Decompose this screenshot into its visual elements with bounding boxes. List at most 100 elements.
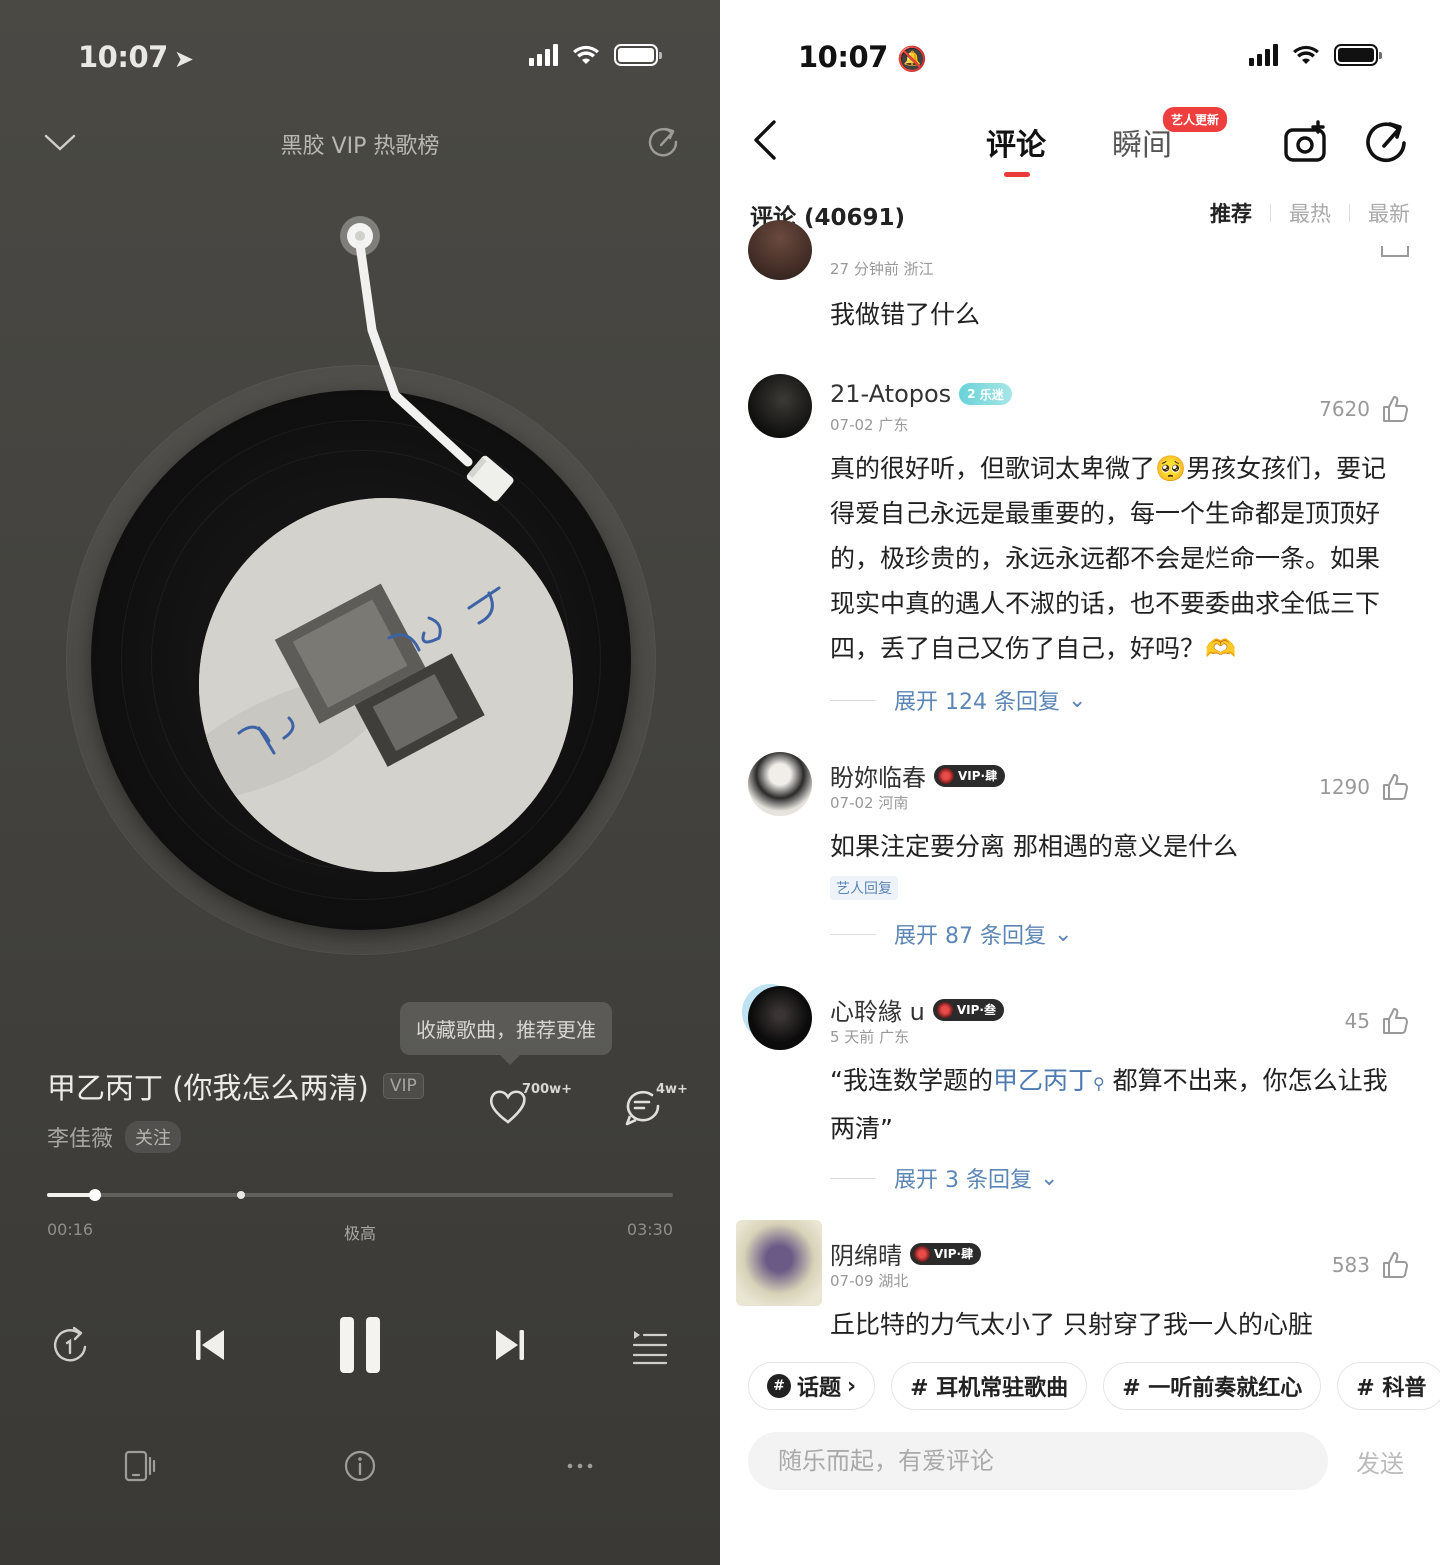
cellular-signal-icon (529, 44, 558, 66)
total-time: 03:30 (626, 1220, 673, 1239)
like-count: 583 (1331, 1253, 1370, 1277)
status-time: 10:07 ➤ (78, 40, 194, 74)
avatar[interactable] (748, 986, 812, 1050)
song-link[interactable]: 甲乙丙丁 (993, 1066, 1093, 1095)
comment-button[interactable]: 4w+ (622, 1082, 702, 1132)
like-count: 700w+ (522, 1082, 573, 1097)
previous-button[interactable] (175, 1310, 245, 1380)
comment-text: 如果注定要分离 那相遇的意义是什么 (830, 832, 1238, 861)
avatar[interactable] (748, 752, 812, 816)
tab-comments[interactable]: 评论 (986, 120, 1046, 177)
repeat-one-icon (53, 1326, 87, 1362)
wifi-icon (573, 45, 599, 64)
vip-badge: VIP (382, 1073, 424, 1099)
playlist-title: 黑胶 VIP 热歌榜 (280, 134, 440, 159)
comment-text: “我连数学题的甲乙丙丁⚲ 都算不出来，你怎么让我两清” (830, 1066, 1388, 1143)
artist-reply-tag: 艺人回复 (830, 876, 898, 900)
buffer-marker (237, 1191, 246, 1199)
username[interactable]: 阴绵晴 (830, 1236, 902, 1271)
share-icon[interactable] (1362, 118, 1410, 166)
topic-chips: # 话题 › # 耳机常驻歌曲 # 一听前奏就红心 # 科普 (748, 1362, 1440, 1410)
thumbs-up-icon[interactable] (1380, 1006, 1410, 1036)
like-count: 45 (1344, 1009, 1370, 1033)
hashtag-icon: # (767, 1374, 791, 1398)
chevron-down-icon: ⌄ (1067, 687, 1087, 713)
chevron-down-icon: ⌄ (1039, 1165, 1059, 1191)
vip-badge: VIP·肆 (934, 764, 1006, 787)
username[interactable]: 21-Atopos (830, 380, 951, 408)
info-icon (344, 1450, 376, 1482)
topic-chip-topics[interactable]: # 话题 › (748, 1362, 876, 1410)
thumbs-up-icon[interactable] (1380, 244, 1410, 260)
comment-count: 4w+ (656, 1082, 688, 1097)
sort-hottest[interactable]: 最热 (1289, 198, 1331, 228)
playlist-button[interactable] (615, 1310, 685, 1380)
avatar[interactable] (736, 1220, 822, 1306)
topic-chip[interactable]: # 科普 (1337, 1362, 1440, 1410)
expand-replies[interactable]: 展开 124 条回复 ⌄ (830, 684, 1086, 716)
topic-chip[interactable]: # 耳机常驻歌曲 (891, 1362, 1088, 1410)
bell-muted-icon: 🔕 (897, 45, 927, 73)
expand-replies[interactable]: 展开 87 条回复 ⌄ (830, 918, 1072, 950)
playlist-icon (632, 1331, 668, 1365)
pause-button[interactable] (325, 1310, 395, 1380)
fan-level-badge: 2 乐迷 (959, 383, 1012, 405)
comment-item: 27 分钟前 浙江 我做错了什么 (720, 220, 1440, 340)
battery-icon (1334, 44, 1382, 66)
like-count: 1290 (1319, 775, 1370, 799)
search-icon[interactable]: ⚲ (1093, 1074, 1105, 1093)
comment-input-bar (748, 1432, 1328, 1490)
tab-moments[interactable]: 瞬间 (1112, 120, 1172, 164)
send-button[interactable]: 发送 (1356, 1444, 1404, 1479)
sort-newest[interactable]: 最新 (1368, 198, 1410, 228)
like-count: 7620 (1319, 397, 1370, 421)
next-button[interactable] (475, 1310, 545, 1380)
disc-backdrop (66, 365, 656, 955)
artist-name[interactable]: 李佳薇 (47, 1121, 113, 1153)
device-switch-button[interactable] (120, 1446, 160, 1486)
chevron-down-icon: ⌄ (1053, 921, 1073, 947)
song-title: 甲乙丙丁 (你我怎么两清) (47, 1071, 369, 1105)
progress-bar[interactable] (47, 1189, 673, 1201)
vip-badge: VIP·叁 (932, 998, 1004, 1021)
more-button[interactable] (560, 1446, 600, 1486)
sort-recommended[interactable]: 推荐 (1210, 198, 1252, 228)
vinyl-record[interactable] (91, 390, 631, 930)
location-arrow-icon: ➤ (173, 45, 194, 73)
comment-text: 我做错了什么 (830, 300, 981, 329)
expand-replies[interactable]: 展开 3 条回复 ⌄ (830, 1162, 1058, 1194)
comment-input[interactable] (748, 1432, 1328, 1490)
comment-meta: 07-09 湖北 (830, 1272, 909, 1290)
like-button[interactable]: 700w+ (486, 1082, 576, 1132)
back-arrow-icon[interactable] (746, 118, 786, 162)
cellular-signal-icon (1249, 44, 1278, 66)
pause-icon (340, 1317, 380, 1373)
comment-meta: 5 天前 广东 (830, 1028, 910, 1046)
progress-knob[interactable] (88, 1189, 101, 1201)
status-bar: 10:07 🔕 (720, 38, 1440, 78)
repeat-one-button[interactable] (35, 1310, 105, 1380)
comment-meta: 07-02 广东 (830, 416, 909, 434)
avatar[interactable] (748, 374, 812, 438)
thumbs-up-icon[interactable] (1380, 394, 1410, 424)
next-icon (496, 1330, 524, 1360)
comment-meta: 27 分钟前 浙江 (830, 260, 934, 278)
follow-button[interactable]: 关注 (125, 1121, 182, 1153)
quality-label[interactable]: 极高 (0, 1220, 720, 1244)
share-icon[interactable] (644, 122, 684, 162)
topic-chip[interactable]: # 一听前奏就红心 (1103, 1362, 1322, 1410)
camera-icon[interactable] (1282, 118, 1330, 166)
status-bar: 10:07 ➤ (0, 38, 720, 78)
album-cover (199, 498, 573, 872)
comment-text: 丘比特的力气太小了 只射穿了我一人的心脏 (830, 1310, 1313, 1339)
comment-meta: 07-02 河南 (830, 794, 909, 812)
info-button[interactable] (340, 1446, 380, 1486)
username[interactable]: 心聆緣 u (830, 992, 925, 1027)
thumbs-up-icon[interactable] (1380, 772, 1410, 802)
avatar[interactable] (748, 220, 812, 280)
username[interactable]: 盼妳临春 (830, 758, 926, 793)
progress-fill (47, 1193, 95, 1197)
thumbs-up-icon[interactable] (1380, 1250, 1410, 1280)
vip-badge: VIP·肆 (910, 1242, 982, 1265)
player-screen: 10:07 ➤ 黑胶 VIP 热歌榜 收藏歌曲，推荐更准 甲乙丙丁 (你我怎么两… (0, 0, 720, 1565)
